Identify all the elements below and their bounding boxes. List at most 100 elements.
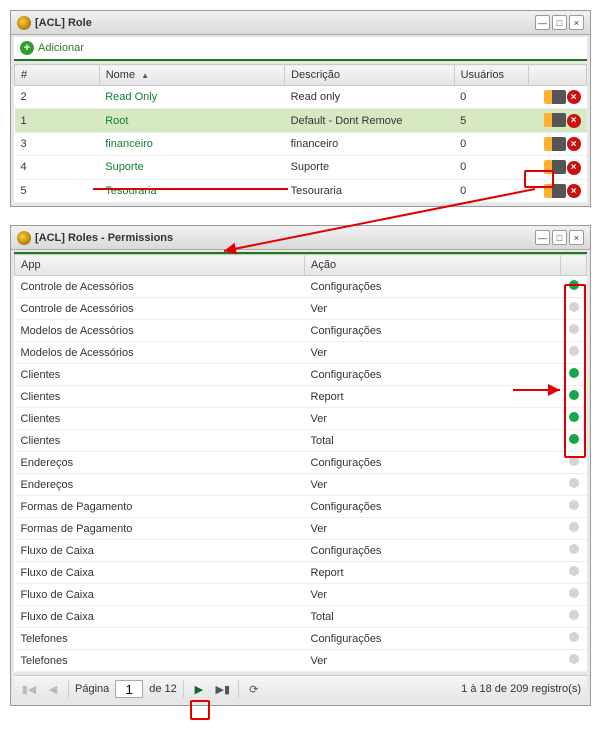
cell-app: Modelos de Acessórios: [15, 342, 305, 364]
cell-acao: Configurações: [305, 276, 561, 298]
status-dot-icon[interactable]: [569, 566, 579, 576]
status-dot-icon[interactable]: [569, 434, 579, 444]
table-row[interactable]: ClientesConfigurações: [15, 364, 587, 386]
permissions-icon[interactable]: [544, 90, 566, 104]
status-dot-icon[interactable]: [569, 368, 579, 378]
status-dot-icon[interactable]: [569, 522, 579, 532]
col-nome-header[interactable]: Nome ▲: [99, 65, 284, 86]
permissions-icon[interactable]: [544, 137, 566, 151]
table-row[interactable]: Controle de AcessóriosConfigurações: [15, 276, 587, 298]
close-button[interactable]: ×: [569, 15, 584, 30]
delete-icon[interactable]: ×: [567, 137, 581, 151]
add-label: Adicionar: [38, 42, 84, 54]
pager-first-button[interactable]: ▮◀: [20, 680, 38, 698]
table-row[interactable]: TelefonesVer: [15, 650, 587, 672]
permissions-icon[interactable]: [544, 184, 566, 198]
col-users-header[interactable]: Usuários: [454, 65, 528, 86]
cell-acao: Ver: [305, 518, 561, 540]
minimize-button[interactable]: —: [535, 230, 550, 245]
delete-icon[interactable]: ×: [567, 90, 581, 104]
cell-app: Clientes: [15, 364, 305, 386]
cell-app: Controle de Acessórios: [15, 298, 305, 320]
role-table: # Nome ▲ Descrição Usuários 2Read OnlyRe…: [14, 64, 587, 203]
col-desc-header[interactable]: Descrição: [285, 65, 454, 86]
status-dot-icon[interactable]: [569, 324, 579, 334]
perm-panel-header[interactable]: [ACL] Roles - Permissions — □ ×: [11, 226, 590, 250]
role-panel-header[interactable]: [ACL] Role — □ ×: [11, 11, 590, 35]
table-row[interactable]: TelefonesConfigurações: [15, 628, 587, 650]
table-row[interactable]: 2Read OnlyRead only0×: [15, 86, 587, 109]
table-row[interactable]: 3financeirofinanceiro0×: [15, 132, 587, 155]
cell-app: Clientes: [15, 386, 305, 408]
table-row[interactable]: EndereçosConfigurações: [15, 452, 587, 474]
status-dot-icon[interactable]: [569, 588, 579, 598]
cell-nome[interactable]: Read Only: [99, 86, 284, 109]
cell-nome[interactable]: financeiro: [99, 132, 284, 155]
table-row[interactable]: ClientesTotal: [15, 430, 587, 452]
close-button[interactable]: ×: [569, 230, 584, 245]
pager-label-pagina: Página: [75, 683, 109, 695]
permissions-icon[interactable]: [544, 113, 566, 127]
table-row[interactable]: Formas de PagamentoConfigurações: [15, 496, 587, 518]
col-id-header[interactable]: #: [15, 65, 100, 86]
cell-users: 0: [454, 179, 528, 202]
cell-nome[interactable]: Root: [99, 109, 284, 132]
status-dot-icon[interactable]: [569, 478, 579, 488]
table-row[interactable]: 1RootDefault - Dont Remove5×: [15, 109, 587, 132]
table-row[interactable]: 4SuporteSuporte0×: [15, 156, 587, 179]
status-dot-icon[interactable]: [569, 544, 579, 554]
minimize-button[interactable]: —: [535, 15, 550, 30]
pager-last-button[interactable]: ▶▮: [214, 680, 232, 698]
pager-refresh-button[interactable]: ⟳: [245, 680, 263, 698]
status-dot-icon[interactable]: [569, 280, 579, 290]
status-dot-icon[interactable]: [569, 654, 579, 664]
status-dot-icon[interactable]: [569, 500, 579, 510]
cell-acao: Report: [305, 562, 561, 584]
pager-page-input[interactable]: [115, 680, 143, 698]
cell-nome[interactable]: Suporte: [99, 156, 284, 179]
table-row[interactable]: Fluxo de CaixaReport: [15, 562, 587, 584]
table-row[interactable]: Modelos de AcessóriosConfigurações: [15, 320, 587, 342]
table-row[interactable]: 5TesourariaTesouraria0×: [15, 179, 587, 202]
cell-acao: Ver: [305, 408, 561, 430]
pager-status: 1 à 18 de 209 registro(s): [461, 683, 581, 695]
col-app-header[interactable]: App: [15, 255, 305, 276]
table-row[interactable]: ClientesVer: [15, 408, 587, 430]
status-dot-icon[interactable]: [569, 346, 579, 356]
status-dot-icon[interactable]: [569, 456, 579, 466]
delete-icon[interactable]: ×: [567, 184, 581, 198]
cell-id: 2: [15, 86, 100, 109]
table-row[interactable]: EndereçosVer: [15, 474, 587, 496]
table-row[interactable]: Fluxo de CaixaConfigurações: [15, 540, 587, 562]
delete-icon[interactable]: ×: [567, 114, 581, 128]
delete-icon[interactable]: ×: [567, 161, 581, 175]
status-dot-icon[interactable]: [569, 412, 579, 422]
table-row[interactable]: Modelos de AcessóriosVer: [15, 342, 587, 364]
table-row[interactable]: Formas de PagamentoVer: [15, 518, 587, 540]
permissions-table: App Ação Controle de AcessóriosConfigura…: [14, 254, 587, 672]
cell-acao: Ver: [305, 650, 561, 672]
status-dot-icon[interactable]: [569, 610, 579, 620]
add-button[interactable]: + Adicionar: [20, 41, 84, 55]
table-row[interactable]: ClientesReport: [15, 386, 587, 408]
app-icon: [17, 231, 31, 245]
col-acao-header[interactable]: Ação: [305, 255, 561, 276]
table-row[interactable]: Controle de AcessóriosVer: [15, 298, 587, 320]
maximize-button[interactable]: □: [552, 15, 567, 30]
cell-id: 3: [15, 132, 100, 155]
cell-acao: Ver: [305, 342, 561, 364]
status-dot-icon[interactable]: [569, 632, 579, 642]
pager-next-button[interactable]: ▶: [190, 680, 208, 698]
cell-id: 1: [15, 109, 100, 132]
pager-prev-button[interactable]: ◀: [44, 680, 62, 698]
cell-acao: Ver: [305, 474, 561, 496]
status-dot-icon[interactable]: [569, 302, 579, 312]
cell-app: Modelos de Acessórios: [15, 320, 305, 342]
cell-acao: Configurações: [305, 320, 561, 342]
table-row[interactable]: Fluxo de CaixaTotal: [15, 606, 587, 628]
maximize-button[interactable]: □: [552, 230, 567, 245]
status-dot-icon[interactable]: [569, 390, 579, 400]
cell-nome[interactable]: Tesouraria: [99, 179, 284, 202]
permissions-icon[interactable]: [544, 160, 566, 174]
table-row[interactable]: Fluxo de CaixaVer: [15, 584, 587, 606]
